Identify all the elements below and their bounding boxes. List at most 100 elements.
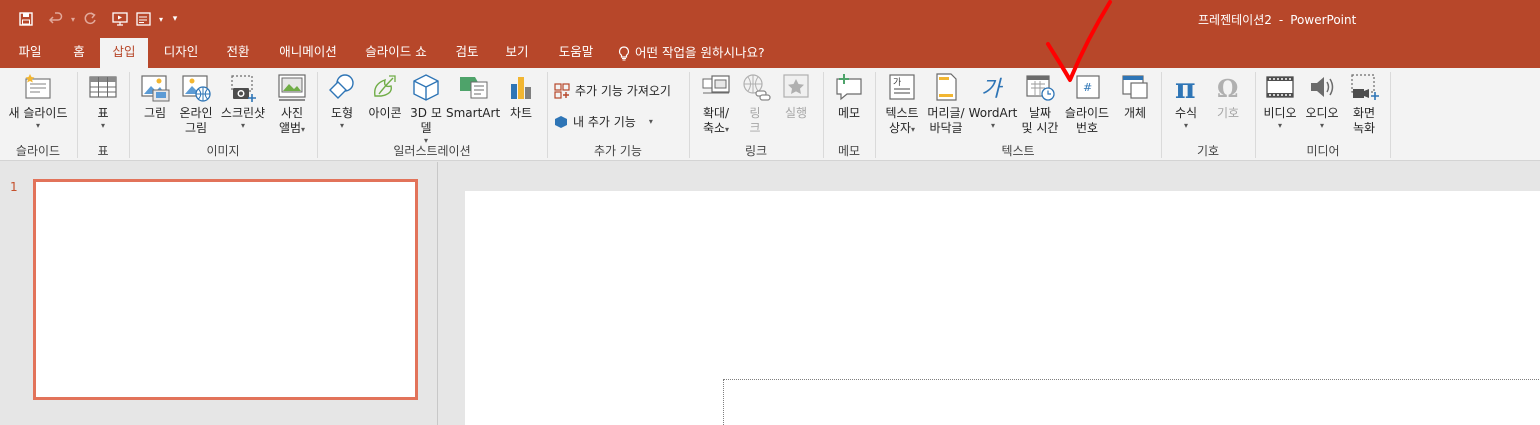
header-footer-icon — [936, 73, 957, 101]
chevron-down-icon: ▾ — [1277, 121, 1282, 130]
tab-insert[interactable]: 삽입 — [100, 38, 148, 68]
icons-icon — [374, 75, 396, 97]
layout-dropdown-icon[interactable]: ▾ — [156, 9, 166, 29]
wordart-button[interactable]: 가 WordArt ▾ — [968, 72, 1018, 131]
screenshot-icon — [231, 75, 256, 102]
header-footer-label-2: 바닥글 — [929, 121, 963, 135]
chevron-down-icon: ▾ — [648, 117, 653, 126]
chevron-down-icon: ▾ — [100, 121, 105, 130]
slide-number-button[interactable]: # 슬라이드 번호 — [1062, 72, 1112, 136]
screenshot-button[interactable]: 스크린샷 ▾ — [218, 72, 268, 131]
chevron-down-icon: ▾ — [301, 125, 306, 134]
layout-icon[interactable] — [132, 9, 156, 29]
object-icon — [1122, 75, 1148, 99]
quick-access-toolbar: ▾ ▾ ▾ — [14, 9, 184, 29]
cube-icon — [413, 74, 439, 101]
undo-dropdown-icon[interactable]: ▾ — [68, 9, 78, 29]
link-icon — [743, 74, 771, 101]
shapes-icon — [329, 74, 354, 99]
tell-me-box[interactable]: 어떤 작업을 원하시나요? — [618, 38, 765, 68]
speaker-icon — [1311, 77, 1334, 97]
new-slide-button[interactable]: 새 슬라이드 ▾ — [4, 72, 72, 131]
symbol-button[interactable]: Ω 기호 — [1210, 72, 1246, 121]
header-footer-label-1: 머리글/ — [927, 106, 965, 120]
photo-album-label-1: 사진 — [280, 106, 304, 120]
slideshow-from-start-icon[interactable] — [108, 9, 132, 29]
tab-animations[interactable]: 애니메이션 — [270, 38, 346, 68]
chevron-down-icon: ▾ — [1183, 121, 1188, 130]
tab-transitions[interactable]: 전환 — [218, 38, 258, 68]
table-button[interactable]: 표 ▾ — [86, 72, 120, 131]
comment-button[interactable]: 메모 — [830, 72, 868, 121]
undo-icon[interactable] — [44, 9, 68, 29]
tab-review[interactable]: 검토 — [448, 38, 486, 68]
group-label-table: 표 — [97, 144, 109, 158]
tab-design[interactable]: 디자인 — [156, 38, 206, 68]
tab-view[interactable]: 보기 — [498, 38, 536, 68]
zoom-icon — [702, 75, 730, 94]
get-addins-button[interactable]: 추가 기능 가져오기 — [554, 82, 671, 99]
get-addins-label: 추가 기능 가져오기 — [575, 84, 671, 98]
screen-recording-button[interactable]: 화면 녹화 — [1346, 72, 1382, 136]
group-symbols: π 수식 ▾ Ω 기호 기호 — [1162, 68, 1254, 161]
redo-icon[interactable] — [78, 9, 102, 29]
date-time-button[interactable]: 날짜 및 시간 — [1018, 72, 1062, 136]
slide-thumbnail[interactable] — [33, 179, 418, 400]
chevron-down-icon: ▾ — [35, 121, 40, 130]
shapes-button[interactable]: 도형 ▾ — [324, 72, 360, 131]
group-label-symbols: 기호 — [1196, 144, 1220, 158]
tab-slideshow[interactable]: 슬라이드 쇼 — [356, 38, 436, 68]
my-addins-button[interactable]: 내 추가 기능 ▾ — [554, 113, 653, 130]
smartart-button[interactable]: SmartArt — [446, 72, 500, 121]
screen-recording-icon — [1351, 74, 1379, 100]
group-media: 비디오 ▾ 오디오 ▾ 화면 녹화 미디어 — [1256, 68, 1390, 161]
comment-icon — [836, 74, 862, 101]
zoom-button[interactable]: 확대/ 축소▾ — [696, 72, 736, 136]
equation-label: 수식 — [1174, 106, 1198, 120]
content-placeholder[interactable] — [723, 379, 1540, 425]
tell-me-text: 어떤 작업을 원하시나요? — [635, 45, 765, 60]
chart-icon — [511, 77, 531, 99]
equation-button[interactable]: π 수식 ▾ — [1168, 72, 1204, 131]
header-footer-button[interactable]: 머리글/ 바닥글 — [924, 72, 968, 136]
chevron-down-icon: ▾ — [990, 121, 995, 130]
object-label: 개체 — [1123, 106, 1147, 120]
window-title: 프레젠테이션2- PowerPoint — [1198, 11, 1363, 28]
icons-button[interactable]: 아이콘 — [364, 72, 406, 121]
tab-home[interactable]: 홈 — [62, 38, 96, 68]
slide-number: 1 — [10, 180, 18, 194]
audio-button[interactable]: 오디오 ▾ — [1302, 72, 1342, 131]
star-icon — [783, 74, 809, 98]
smartart-label: SmartArt — [446, 106, 501, 120]
action-label: 실행 — [784, 106, 808, 120]
action-button[interactable]: 실행 — [778, 72, 814, 121]
shapes-label: 도형 — [330, 106, 354, 120]
zoom-label-1: 확대/ — [702, 106, 730, 120]
tab-file[interactable]: 파일 — [8, 38, 52, 68]
slide-thumbnails-pane: 1 — [0, 162, 438, 425]
3d-models-button[interactable]: 3D 모 델 ▾ — [408, 72, 444, 146]
photo-album-button[interactable]: 사진 앨범▾ — [272, 72, 312, 136]
pictures-label: 그림 — [143, 106, 167, 120]
link-button[interactable]: 링 크 — [738, 72, 772, 136]
tab-help[interactable]: 도움말 — [550, 38, 602, 68]
svg-text:가: 가 — [981, 77, 1004, 102]
screen-recording-label-2: 녹화 — [1352, 121, 1376, 135]
smartart-icon — [460, 77, 488, 99]
my-addins-label: 내 추가 기능 — [573, 115, 636, 129]
group-label-slides: 슬라이드 — [15, 144, 61, 158]
wordart-label: WordArt — [968, 106, 1018, 120]
save-icon[interactable] — [14, 9, 38, 29]
link-label-2: 크 — [749, 121, 761, 135]
customize-qat-icon[interactable]: ▾ — [166, 9, 184, 29]
video-button[interactable]: 비디오 ▾ — [1260, 72, 1300, 131]
chart-button[interactable]: 차트 — [504, 72, 538, 121]
slide-number-label-2: 번호 — [1075, 121, 1099, 135]
pictures-button[interactable]: 그림 — [138, 72, 172, 121]
object-button[interactable]: 개체 — [1116, 72, 1154, 121]
picture-icon — [141, 75, 170, 102]
textbox-button[interactable]: 가 텍스트 상자▾ — [880, 72, 924, 136]
online-pictures-button[interactable]: 온라인 그림 — [176, 72, 216, 136]
group-label-media: 미디어 — [1306, 144, 1340, 158]
slide-canvas[interactable] — [465, 191, 1540, 425]
